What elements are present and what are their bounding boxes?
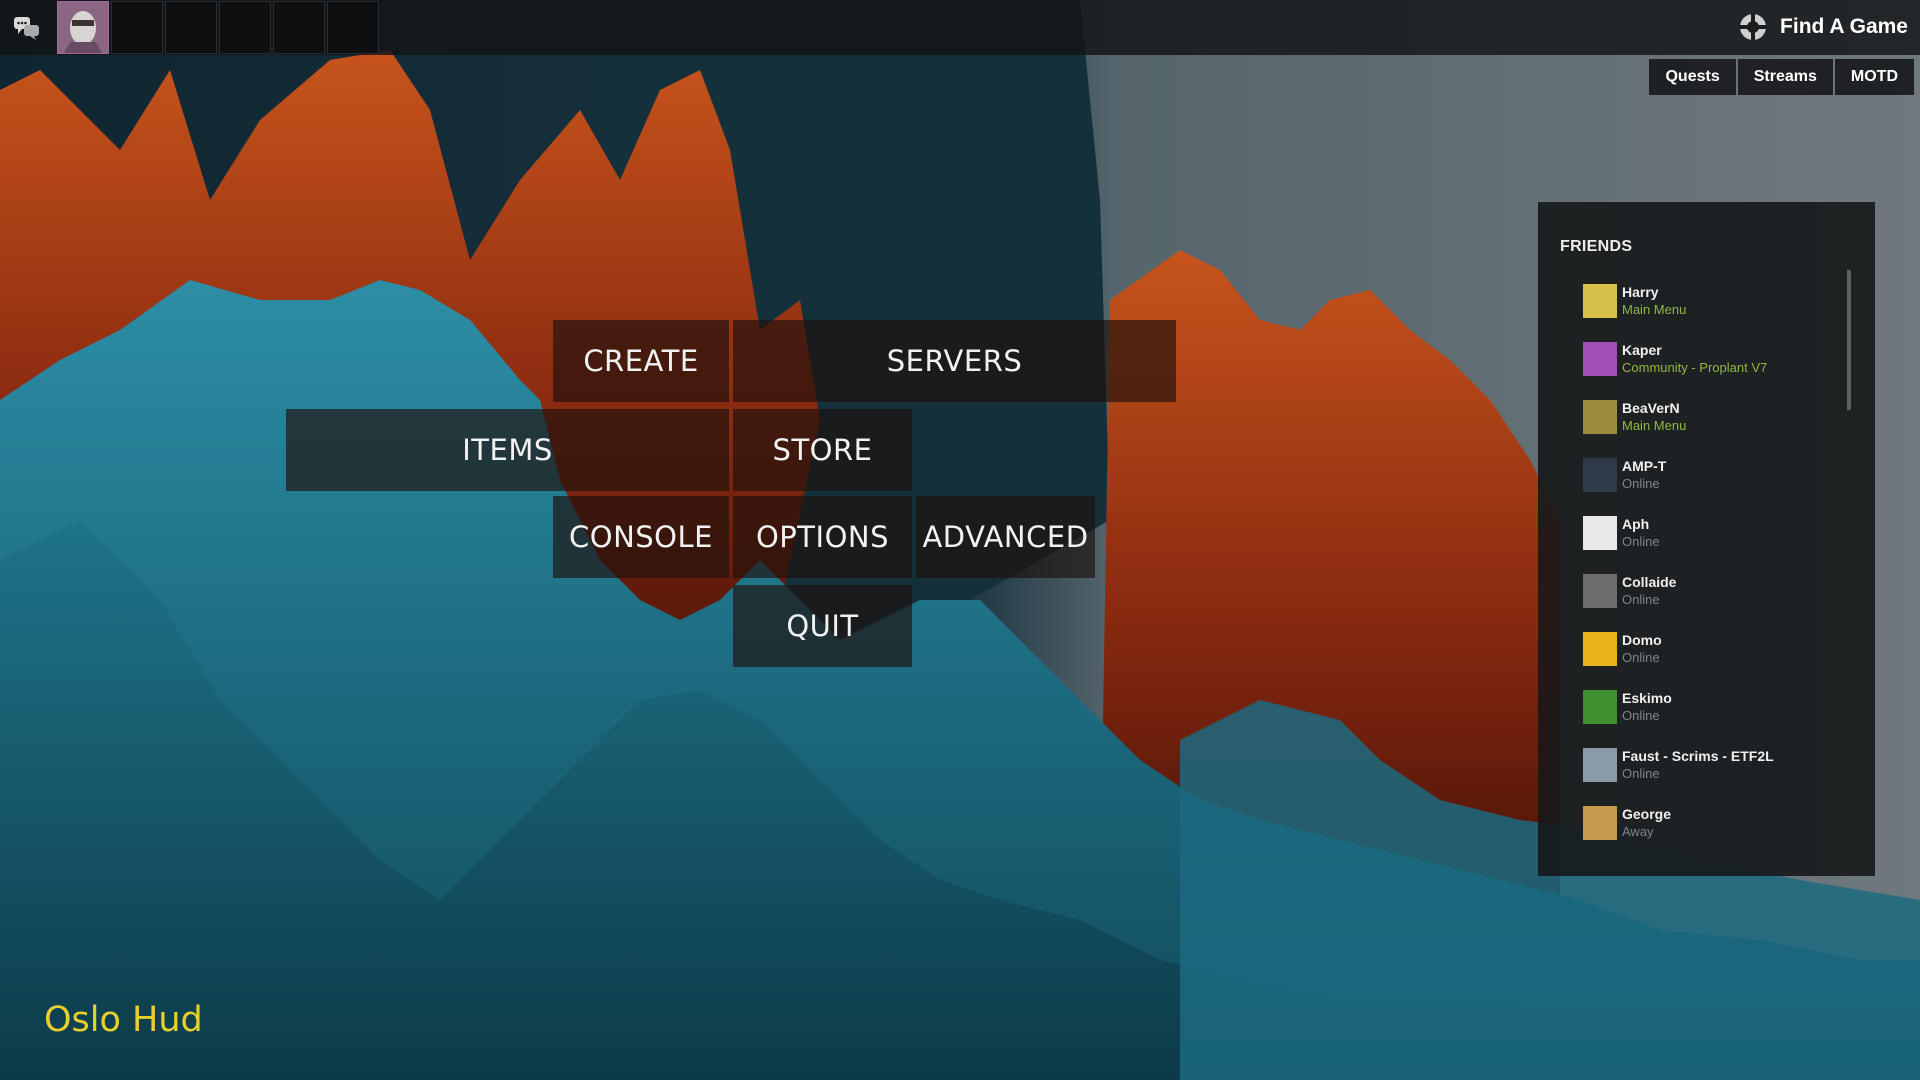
friend-item[interactable]: Kaper Community - Proplant V7 <box>1583 340 1833 398</box>
tf2-logo-icon <box>1739 13 1768 41</box>
avatar <box>1583 806 1617 840</box>
friend-name: Faust - Scrims - ETF2L <box>1622 748 1774 764</box>
find-a-game-button[interactable]: Find A Game <box>1738 8 1908 46</box>
avatar <box>1583 458 1617 492</box>
friend-status: Online <box>1622 766 1660 781</box>
loadout-slot[interactable] <box>165 1 217 54</box>
loadout-slot[interactable] <box>327 1 379 54</box>
store-button[interactable]: STORE <box>733 409 912 491</box>
friend-status: Online <box>1622 708 1660 723</box>
friend-name: AMP-T <box>1622 458 1667 474</box>
friend-item[interactable]: Harry Main Menu <box>1583 282 1833 340</box>
tab-quests[interactable]: Quests <box>1649 59 1736 95</box>
friend-name: Collaide <box>1622 574 1677 590</box>
friends-panel: FRIENDS Harry Main Menu Kaper Community - P… <box>1538 202 1875 876</box>
avatar <box>1583 690 1617 724</box>
friend-item[interactable]: Faust - Scrims - ETF2L Online <box>1583 746 1833 804</box>
friend-item[interactable]: Collaide Online <box>1583 572 1833 630</box>
friend-name: Eskimo <box>1622 690 1672 706</box>
friend-name: BeaVerN <box>1622 400 1680 416</box>
friend-status: Online <box>1622 650 1660 665</box>
find-a-game-label: Find A Game <box>1780 15 1908 38</box>
quit-button[interactable]: QUIT <box>733 585 912 667</box>
options-button[interactable]: OPTIONS <box>733 496 912 578</box>
character-portrait-icon <box>58 2 108 53</box>
loadout-slot-active[interactable] <box>57 1 109 54</box>
friend-status: Online <box>1622 476 1660 491</box>
console-button[interactable]: CONSOLE <box>553 496 729 578</box>
chat-button[interactable] <box>8 10 46 46</box>
avatar <box>1583 632 1617 666</box>
friend-status: Main Menu <box>1622 302 1687 317</box>
friend-item[interactable]: Aph Online <box>1583 514 1833 572</box>
friend-item[interactable]: Eskimo Online <box>1583 688 1833 746</box>
friends-scrollbar[interactable] <box>1847 270 1851 410</box>
top-bar: Find A Game <box>0 0 1920 55</box>
loadout-slot[interactable] <box>111 1 163 54</box>
hud-name: Oslo Hud <box>44 1000 203 1040</box>
friend-status: Online <box>1622 534 1660 549</box>
friend-item[interactable]: BeaVerN Main Menu <box>1583 398 1833 456</box>
friend-status: Online <box>1622 592 1660 607</box>
chat-bubbles-icon <box>14 17 39 40</box>
avatar <box>1583 284 1617 318</box>
friend-name: Domo <box>1622 632 1662 648</box>
info-tabs: Quests Streams MOTD <box>1649 59 1914 95</box>
avatar <box>1583 574 1617 608</box>
tab-streams[interactable]: Streams <box>1737 59 1833 95</box>
friend-status: Main Menu <box>1622 418 1687 433</box>
loadout-slot[interactable] <box>273 1 325 54</box>
friend-name: Aph <box>1622 516 1650 532</box>
tab-motd[interactable]: MOTD <box>1834 59 1914 95</box>
friend-name: George <box>1622 806 1672 822</box>
friend-name: Kaper <box>1622 342 1662 358</box>
avatar <box>1583 400 1617 434</box>
friend-item[interactable]: Domo Online <box>1583 630 1833 688</box>
friend-name: Harry <box>1622 284 1659 300</box>
servers-button[interactable]: SERVERS <box>733 320 1176 402</box>
avatar <box>1583 516 1617 550</box>
friends-title: FRIENDS <box>1560 238 1633 255</box>
friend-status: Away <box>1622 824 1654 839</box>
friend-item[interactable]: AMP-T Online <box>1583 456 1833 514</box>
advanced-button[interactable]: ADVANCED <box>916 496 1095 578</box>
items-button[interactable]: ITEMS <box>286 409 729 491</box>
friend-status: Community - Proplant V7 <box>1622 360 1768 375</box>
create-button[interactable]: CREATE <box>553 320 729 402</box>
loadout-slot[interactable] <box>219 1 271 54</box>
friend-item[interactable]: George Away <box>1583 804 1833 862</box>
friends-list: Harry Main Menu Kaper Community - Proplant … <box>1583 282 1833 862</box>
avatar <box>1583 342 1617 376</box>
avatar <box>1583 748 1617 782</box>
